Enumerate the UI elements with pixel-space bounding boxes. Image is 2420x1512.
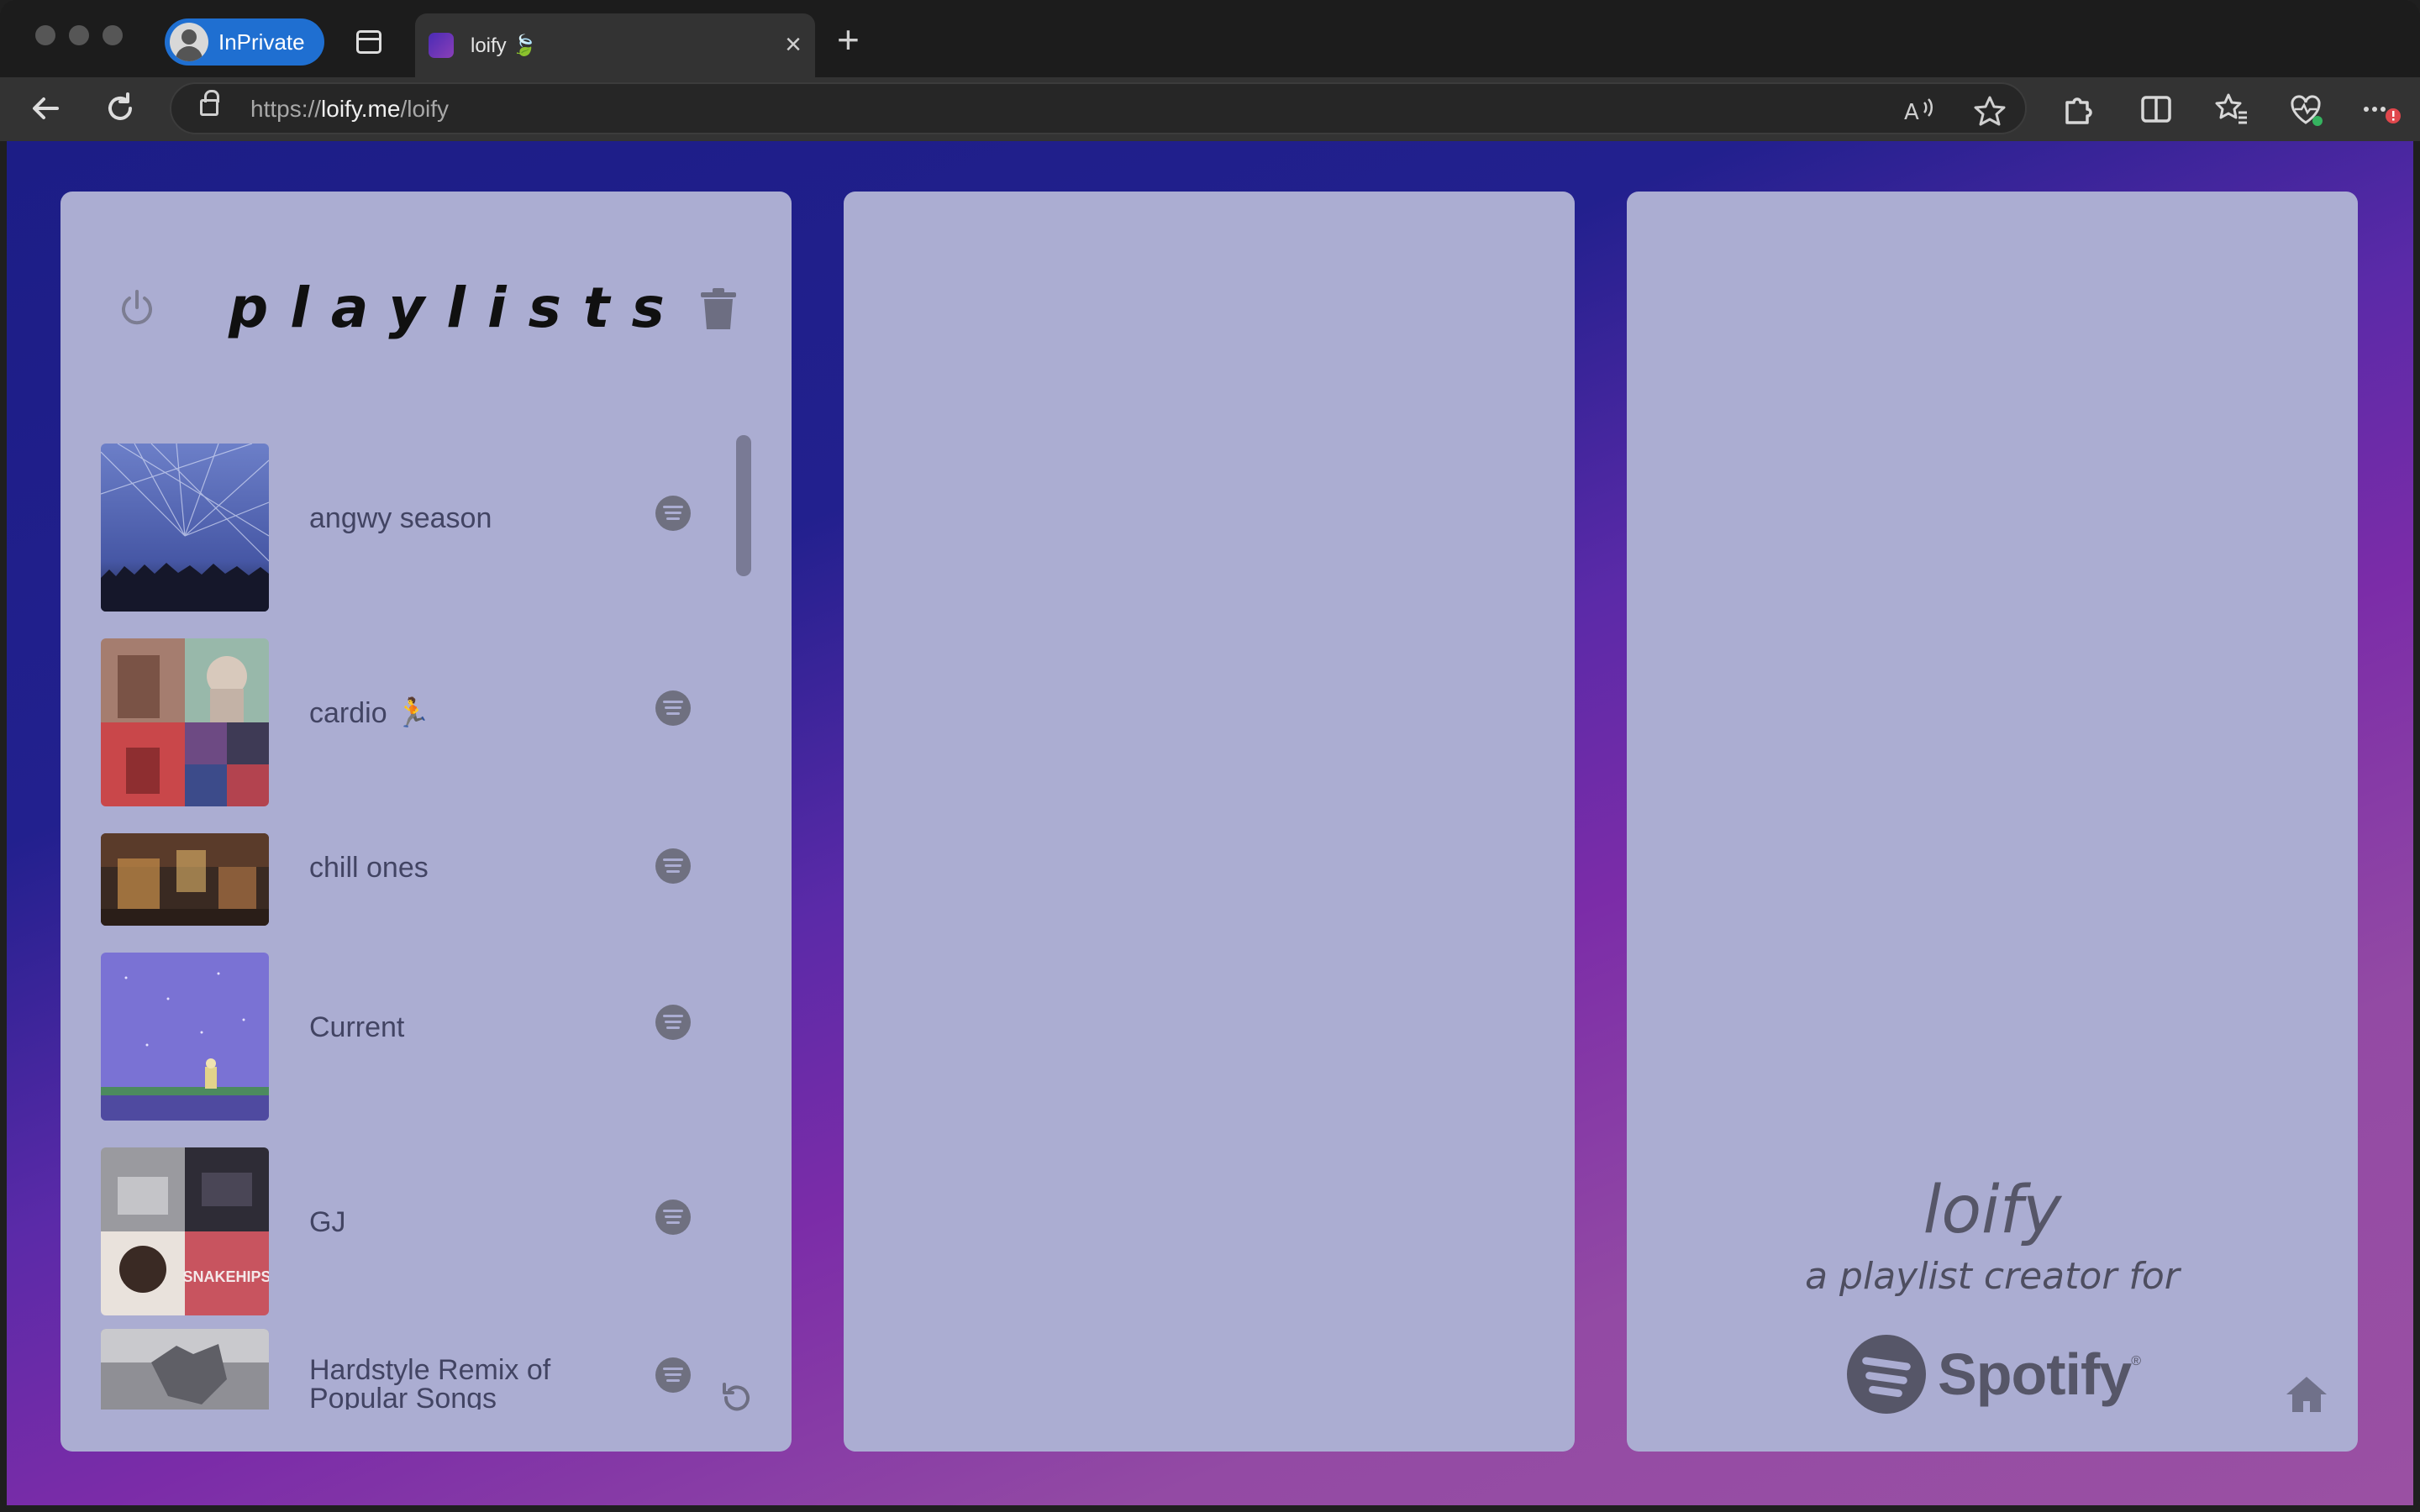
close-window-button[interactable] — [35, 25, 55, 45]
power-icon[interactable] — [116, 287, 158, 329]
lock-icon[interactable] — [200, 90, 219, 116]
playlist-cover — [101, 638, 269, 806]
spotify-icon[interactable] — [655, 1357, 691, 1393]
svg-text:A: A — [1904, 100, 1919, 125]
playlists-panel: playlists angwy season cardio 🏃 chill on… — [60, 192, 792, 1452]
playlists-title: playlists — [229, 276, 687, 340]
browser-essentials-icon[interactable] — [2287, 91, 2324, 128]
new-tab-button[interactable]: + — [837, 20, 860, 59]
spotify-logo[interactable]: Spotify ® — [1847, 1332, 2141, 1416]
spotify-logo-icon — [1847, 1335, 1926, 1414]
loify-favicon-icon — [429, 33, 454, 58]
list-item[interactable]: cardio 🏃 — [101, 625, 723, 820]
playlist-name: Current — [309, 1011, 405, 1043]
extensions-icon[interactable] — [2059, 91, 2096, 128]
list-item[interactable]: Hardstyle Remix of Popular Songs — [101, 1329, 723, 1410]
spotify-icon[interactable] — [655, 496, 691, 531]
browser-window: InPrivate loify 🍃 × + https://loify.me/l… — [0, 0, 2420, 1512]
refresh-icon[interactable] — [99, 87, 141, 129]
list-item[interactable]: chill ones — [101, 820, 723, 939]
tab-title: loify 🍃 — [471, 34, 538, 57]
inprivate-badge[interactable]: InPrivate — [165, 18, 324, 66]
svg-text:SNAKEHIPS: SNAKEHIPS — [182, 1268, 269, 1285]
brand-name: loify — [1923, 1173, 2062, 1248]
back-icon[interactable] — [25, 87, 67, 129]
spotify-wordmark: Spotify — [1938, 1341, 2132, 1407]
spotify-icon[interactable] — [655, 1005, 691, 1040]
favorites-icon[interactable] — [2213, 91, 2250, 128]
playlist-scrollbar[interactable] — [736, 435, 751, 576]
registered-mark: ® — [2131, 1354, 2142, 1368]
list-item[interactable]: angwy season — [101, 430, 723, 625]
playlist-cover — [101, 833, 269, 926]
playlist-list[interactable]: angwy season cardio 🏃 chill ones Current… — [101, 430, 723, 1410]
spotify-icon[interactable] — [655, 1200, 691, 1235]
info-panel: loify a playlist creator for Spotify ® — [1627, 192, 2358, 1452]
list-item[interactable]: SNAKEHIPS GJ — [101, 1134, 723, 1329]
playlist-cover: SNAKEHIPS — [101, 1147, 269, 1315]
tab-loify[interactable]: loify 🍃 × — [415, 13, 815, 77]
brand-tagline: a playlist creator for — [1805, 1255, 2180, 1298]
reload-icon[interactable] — [718, 1379, 755, 1416]
maximize-window-button[interactable] — [103, 25, 123, 45]
playlist-name: cardio 🏃 — [309, 697, 431, 729]
playlist-name: GJ — [309, 1206, 346, 1238]
playlist-name: angwy season — [309, 502, 492, 534]
read-aloud-icon[interactable]: A — [1902, 94, 1936, 134]
favorite-star-icon[interactable] — [1973, 94, 2007, 134]
spotify-icon[interactable] — [655, 848, 691, 884]
close-tab-icon[interactable]: × — [785, 30, 802, 59]
list-item[interactable]: Current — [101, 939, 723, 1134]
brand-block: loify a playlist creator for — [1627, 1173, 2358, 1298]
playlist-name: chill ones — [309, 852, 429, 884]
tab-actions-icon[interactable] — [356, 30, 381, 54]
minimize-window-button[interactable] — [69, 25, 89, 45]
address-toolbar: https://loify.me/loify A — [0, 77, 2420, 141]
page-viewport: playlists angwy season cardio 🏃 chill on… — [7, 141, 2413, 1505]
trash-icon[interactable] — [699, 287, 738, 331]
address-bar[interactable]: https://loify.me/loify A — [170, 82, 2027, 134]
tracks-panel — [844, 192, 1575, 1452]
playlist-name: Hardstyle Remix of Popular Songs — [309, 1354, 551, 1410]
profile-avatar-icon — [170, 23, 208, 61]
playlist-cover — [101, 444, 269, 612]
playlist-cover — [101, 1329, 269, 1410]
url-text[interactable]: https://loify.me/loify — [250, 96, 449, 123]
tab-bar: InPrivate loify 🍃 × + — [0, 0, 2420, 77]
playlist-cover — [101, 953, 269, 1121]
split-screen-icon[interactable] — [2138, 91, 2175, 128]
spotify-icon[interactable] — [655, 690, 691, 726]
home-icon[interactable] — [2284, 1374, 2329, 1415]
more-icon[interactable] — [2361, 91, 2401, 128]
inprivate-label: InPrivate — [218, 29, 305, 55]
